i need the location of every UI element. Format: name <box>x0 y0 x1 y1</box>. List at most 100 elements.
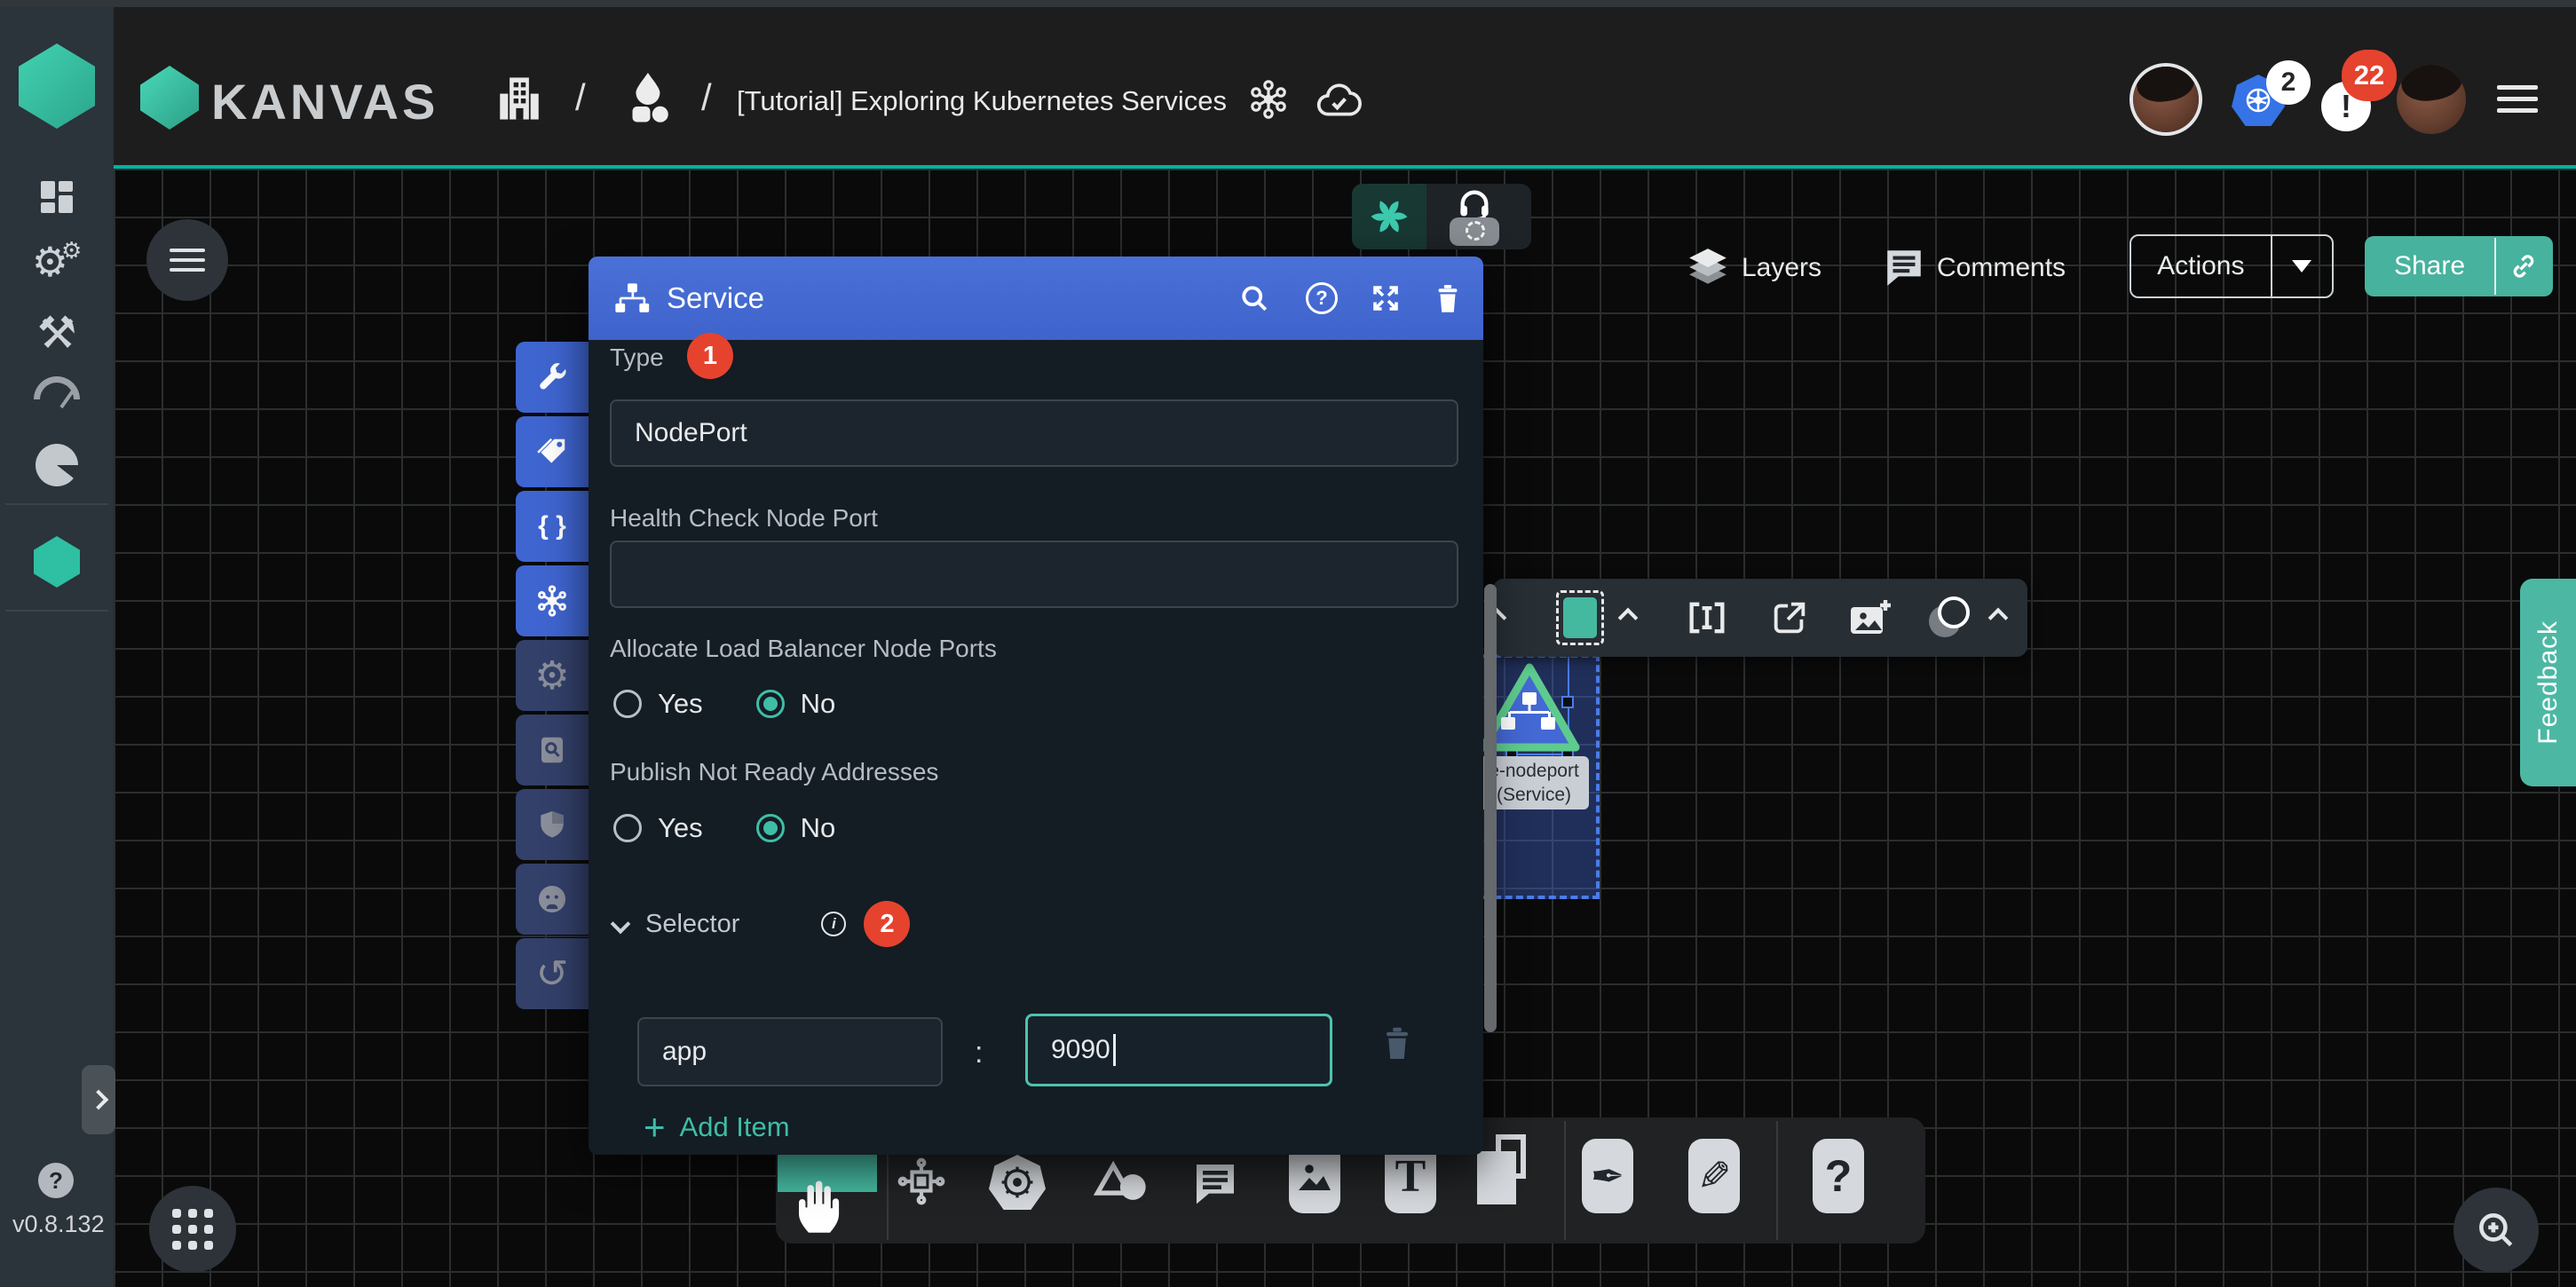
kanvas-brand-icon <box>140 66 199 130</box>
comments-icon[interactable] <box>1882 245 1926 289</box>
user-avatar[interactable] <box>2397 65 2466 134</box>
publish-yes-label[interactable]: Yes <box>658 812 703 844</box>
dialog-header[interactable]: Service ? <box>589 257 1483 340</box>
layers-button[interactable]: Layers <box>1742 253 1821 283</box>
kubernetes-tool[interactable] <box>989 1155 1046 1210</box>
selector-colon: : <box>975 1036 983 1070</box>
braces-icon: { } <box>538 511 566 541</box>
health-check-input[interactable] <box>610 541 1458 608</box>
comments-button[interactable]: Comments <box>1937 253 2066 283</box>
chevron-down-icon <box>611 914 631 935</box>
context-count-badge[interactable]: 2 <box>2266 60 2311 105</box>
edge-pen-tool[interactable]: ✒ <box>1582 1139 1633 1213</box>
rail-expand-handle[interactable] <box>82 1065 115 1134</box>
app-header: KANVAS / / [Tutorial] Exploring Kubernet… <box>0 7 2576 165</box>
link-icon <box>2509 251 2539 281</box>
selector-key-input[interactable]: app <box>637 1017 943 1086</box>
actions-button-label[interactable]: Actions <box>2131 251 2271 281</box>
comment-tool[interactable] <box>1189 1158 1241 1208</box>
hub-icon <box>534 583 570 619</box>
tab-settings-wrench[interactable] <box>516 342 589 413</box>
publish-yes-radio[interactable] <box>613 814 642 842</box>
sidebar-logo-box[interactable] <box>0 7 114 165</box>
tab-json[interactable]: { } <box>516 491 589 562</box>
canvas-menu-button[interactable] <box>146 219 228 301</box>
share-button-label[interactable]: Share <box>2365 251 2494 281</box>
actions-dropdown-button[interactable] <box>2272 260 2332 272</box>
dialog-delete-button[interactable] <box>1419 257 1476 340</box>
actions-split-button[interactable]: Actions <box>2130 234 2334 298</box>
style-expand-button[interactable] <box>1610 579 1646 657</box>
tab-inspect[interactable] <box>516 715 589 786</box>
dialog-expand-button[interactable] <box>1357 257 1414 340</box>
add-image-tool[interactable] <box>1843 579 1898 657</box>
copy-link-button[interactable] <box>2496 251 2551 281</box>
pan-tool[interactable] <box>792 1176 845 1235</box>
feedback-tab[interactable]: Feedback <box>2520 579 2576 786</box>
dialog-search-button[interactable] <box>1226 257 1283 340</box>
sidebar-item-lifecycle[interactable]: ⚙⚙ <box>0 238 114 286</box>
selector-value-input[interactable]: 9090 <box>1025 1014 1332 1086</box>
tab-github[interactable] <box>516 864 589 935</box>
shapes-tool[interactable] <box>1094 1158 1149 1208</box>
gear-small-icon: ⚙ <box>61 237 82 265</box>
allocate-no-label[interactable]: No <box>801 688 836 720</box>
dock-divider-2 <box>1564 1121 1566 1240</box>
operator-status-button[interactable] <box>1426 184 1531 249</box>
type-input[interactable]: NodePort <box>610 399 1458 467</box>
zoom-in-button[interactable] <box>2454 1188 2539 1273</box>
tab-relationships[interactable] <box>516 565 589 636</box>
dialog-tab-strip: { } ⚙ <box>516 342 589 1013</box>
allocate-yes-radio[interactable] <box>613 690 642 718</box>
dialog-scrollbar[interactable] <box>1484 584 1497 1032</box>
allocate-label: Allocate Load Balancer Node Ports <box>610 635 997 663</box>
add-item-button[interactable]: + Add Item <box>644 1111 790 1143</box>
style-fill-tool[interactable] <box>1552 579 1608 657</box>
publish-no-radio[interactable] <box>756 814 785 842</box>
open-in-new-tool[interactable] <box>1763 579 1816 657</box>
dialog-help-button[interactable]: ? <box>1293 257 1350 340</box>
allocate-no-radio[interactable] <box>756 690 785 718</box>
selector-delete-button[interactable] <box>1381 1025 1413 1061</box>
github-icon <box>535 882 569 916</box>
tab-labels[interactable] <box>516 416 589 487</box>
layers-icon[interactable] <box>1685 245 1731 289</box>
tab-security[interactable] <box>516 789 589 860</box>
publish-radio-group: Yes No <box>613 812 835 844</box>
extensions-pie-icon <box>36 444 78 486</box>
help-tool[interactable]: ? <box>1813 1139 1864 1213</box>
design-title[interactable]: [Tutorial] Exploring Kubernetes Services <box>737 85 1227 117</box>
sidebar-item-extensions[interactable] <box>0 444 114 486</box>
tab-configure-disabled[interactable]: ⚙ <box>516 640 589 711</box>
share-split-button[interactable]: Share <box>2365 236 2553 296</box>
instances-expand-button[interactable] <box>1978 579 2019 657</box>
app-version: v0.8.132 <box>12 1211 105 1238</box>
dock-divider-3 <box>1776 1121 1778 1240</box>
allocate-yes-label[interactable]: Yes <box>658 688 703 720</box>
sidebar-item-performance[interactable] <box>0 376 114 399</box>
help-button[interactable]: ? <box>38 1163 74 1198</box>
add-item-label: Add Item <box>680 1111 790 1143</box>
header-menu-button[interactable] <box>2497 78 2538 120</box>
tab-history[interactable]: ↺ <box>516 938 589 1009</box>
sidebar-item-kanvas[interactable] <box>0 536 114 588</box>
instances-tool[interactable] <box>1923 579 1978 657</box>
rename-label-tool[interactable] <box>1679 579 1734 657</box>
widgets-button[interactable] <box>149 1186 236 1273</box>
collaborator-avatar[interactable] <box>2133 67 2199 132</box>
publish-no-label[interactable]: No <box>801 812 836 844</box>
rail-divider-2 <box>5 610 108 612</box>
organization-icon[interactable] <box>494 73 545 124</box>
component-tool[interactable] <box>897 1157 946 1206</box>
designs-icon[interactable] <box>621 71 675 124</box>
meshsync-status-button[interactable] <box>1352 184 1426 249</box>
sidebar-item-dashboard[interactable] <box>0 176 114 218</box>
apps-grid-icon <box>172 1209 213 1250</box>
selector-section-header[interactable]: Selector i 2 <box>613 901 910 947</box>
sidebar-item-configuration[interactable]: ⚒ <box>0 307 114 359</box>
cloud-saved-icon[interactable] <box>1316 78 1363 121</box>
freehand-draw-tool[interactable]: ✎ <box>1688 1139 1740 1213</box>
service-config-dialog: Service ? <box>589 257 1483 1155</box>
relationships-graph-icon[interactable] <box>1247 78 1290 121</box>
chevron-up-icon <box>1618 608 1639 628</box>
